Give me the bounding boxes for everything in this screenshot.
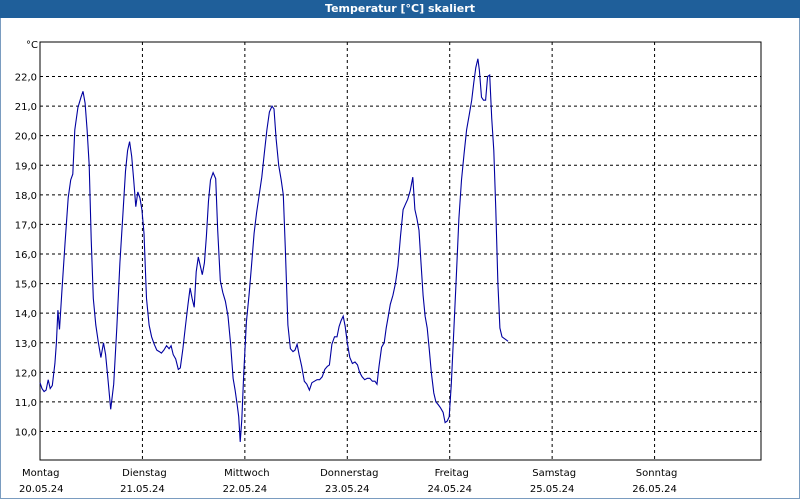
y-tick-label: 18,0 <box>15 191 37 202</box>
temperature-chart: °C 10,0 11,0 12,0 13,0 14,0 15,0 16,0 17,0 18,0 1… <box>15 40 762 495</box>
x-tick-day: Dienstag <box>122 468 167 479</box>
x-tick-day: Mittwoch <box>224 468 269 479</box>
y-tick-label: 17,0 <box>15 220 37 231</box>
x-axis: Montag 20.05.24 Dienstag 21.05.24 Mittwoch 22… <box>19 468 677 495</box>
y-tick-label: 14,0 <box>15 309 37 320</box>
x-tick-day: Montag <box>22 468 59 479</box>
x-tick-day: Donnerstag <box>320 468 378 479</box>
y-tick-label: 19,0 <box>15 161 37 172</box>
y-tick-label: 12,0 <box>15 368 37 379</box>
y-axis: °C 10,0 11,0 12,0 13,0 14,0 15,0 16,0 17,0 18,0 1… <box>15 40 38 439</box>
plot-area <box>39 41 762 461</box>
y-tick-label: 20,0 <box>15 132 37 143</box>
y-unit-label: °C <box>26 40 38 51</box>
x-tick-day: Sonntag <box>636 468 678 479</box>
x-tick-day: Samstag <box>532 468 576 479</box>
window-title: Temperatur [°C] skaliert <box>0 0 800 18</box>
y-tick-label: 13,0 <box>15 339 37 350</box>
x-tick-date: 26.05.24 <box>632 484 677 495</box>
x-tick-date: 21.05.24 <box>120 484 165 495</box>
y-tick-label: 11,0 <box>15 398 37 409</box>
y-tick-label: 16,0 <box>15 250 37 261</box>
y-tick-label: 10,0 <box>15 428 37 439</box>
x-tick-day: Freitag <box>435 468 469 479</box>
y-tick-label: 21,0 <box>15 102 37 113</box>
x-tick-date: 20.05.24 <box>19 484 64 495</box>
x-tick-date: 22.05.24 <box>223 484 268 495</box>
x-tick-date: 25.05.24 <box>530 484 575 495</box>
x-tick-date: 23.05.24 <box>325 484 370 495</box>
y-tick-label: 22,0 <box>15 73 37 84</box>
x-tick-date: 24.05.24 <box>427 484 472 495</box>
y-tick-label: 15,0 <box>15 280 37 291</box>
